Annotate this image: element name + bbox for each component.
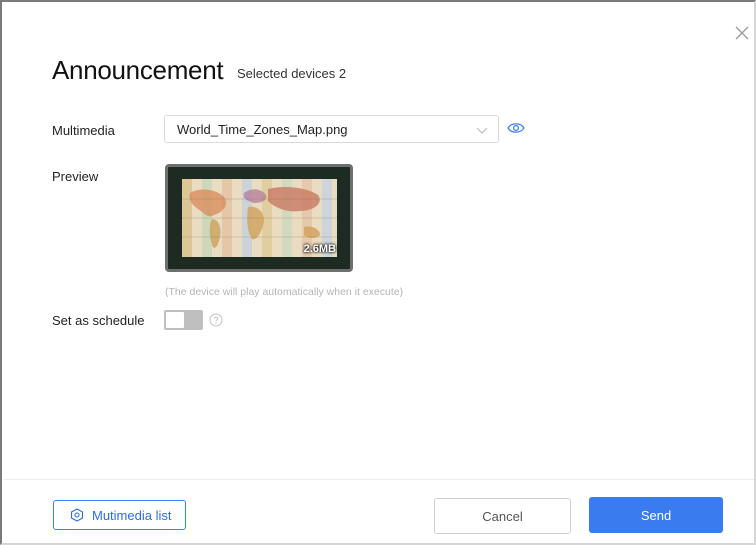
eye-icon[interactable] — [507, 121, 525, 135]
selected-devices-count: Selected devices 2 — [237, 66, 347, 81]
footer-divider — [4, 479, 754, 480]
send-button[interactable]: Send — [589, 497, 723, 533]
multimedia-label: Multimedia — [52, 123, 115, 138]
schedule-label: Set as schedule — [52, 313, 145, 328]
chevron-down-icon — [476, 127, 488, 134]
multimedia-select[interactable]: World_Time_Zones_Map.png — [164, 115, 499, 143]
media-list-icon — [70, 508, 84, 522]
toggle-knob — [166, 312, 184, 328]
file-size-badge: 2.6MB — [303, 243, 336, 255]
cancel-button[interactable]: Cancel — [434, 498, 571, 534]
announcement-dialog: Announcement Selected devices 2 Multimed… — [0, 0, 756, 545]
multimedia-list-label: Mutimedia list — [92, 507, 172, 523]
schedule-toggle[interactable] — [164, 310, 203, 330]
help-icon[interactable] — [209, 313, 223, 327]
multimedia-list-button[interactable]: Mutimedia list — [53, 500, 186, 530]
autoplay-hint: (The device will play automatically when… — [165, 286, 404, 298]
multimedia-select-value: World_Time_Zones_Map.png — [177, 122, 348, 137]
preview-label: Preview — [52, 169, 99, 184]
media-preview[interactable]: 2.6MB — [165, 164, 353, 272]
close-icon[interactable] — [731, 22, 753, 44]
dialog-title: Announcement — [52, 55, 224, 85]
